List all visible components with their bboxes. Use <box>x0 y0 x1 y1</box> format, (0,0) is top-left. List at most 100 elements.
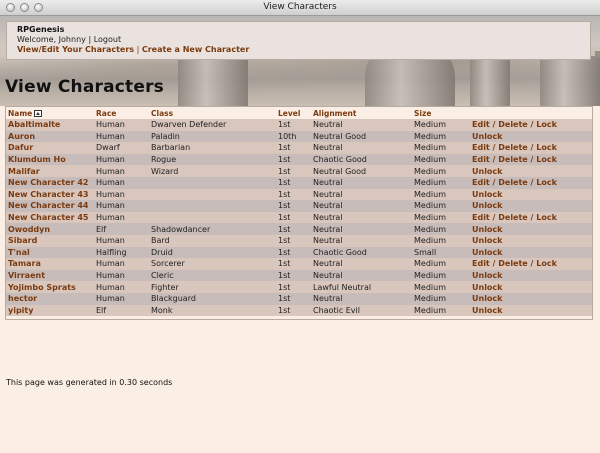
character-name-link[interactable]: Sibard <box>6 234 94 247</box>
size-cell: Medium <box>412 234 470 247</box>
race-cell: Human <box>94 176 149 189</box>
row-actions-links[interactable]: Edit / Delete / Lock <box>470 211 592 224</box>
row-actions-links[interactable]: Unlock <box>470 281 592 293</box>
row-actions-links[interactable]: Edit / Delete / Lock <box>470 258 592 270</box>
class-cell: Bard <box>149 234 276 247</box>
generation-time-text: This page was generated in 0.30 seconds <box>6 378 173 387</box>
level-cell: 1st <box>276 165 311 177</box>
alignment-cell: Neutral Good <box>311 130 412 143</box>
table-row: yipity Elf Monk 1st Chaotic Evil Medium Unlock <box>6 304 592 317</box>
character-name-link[interactable]: Virraent <box>6 269 94 282</box>
alignment-cell: Neutral <box>311 269 412 282</box>
alignment-cell: Chaotic Evil <box>311 304 412 317</box>
logout-link[interactable]: Logout <box>94 35 121 44</box>
level-cell: 1st <box>276 292 311 305</box>
character-name-link[interactable]: yipity <box>6 304 94 317</box>
race-cell: Human <box>94 269 149 282</box>
size-cell: Medium <box>412 176 470 189</box>
level-cell: 1st <box>276 258 311 270</box>
table-row: Malifar Human Wizard 1st Neutral Good Medium U… <box>6 165 592 177</box>
size-cell: Medium <box>412 223 470 235</box>
row-actions-links[interactable]: Unlock <box>470 292 592 305</box>
row-actions-links[interactable]: Unlock <box>470 188 592 201</box>
race-cell: Elf <box>94 223 149 235</box>
level-cell: 1st <box>276 142 311 154</box>
nav-view-edit-characters[interactable]: View/Edit Your Characters <box>17 45 134 54</box>
table-row: hector Human Blackguard 1st Neutral Medium Unl… <box>6 292 592 305</box>
table-row: Yojimbo Sprats Human Fighter 1st Lawful Neut… <box>6 281 592 293</box>
size-cell: Medium <box>412 119 470 131</box>
race-cell: Human <box>94 188 149 201</box>
size-cell: Medium <box>412 281 470 293</box>
nav-create-character[interactable]: Create a New Character <box>142 45 249 54</box>
column-header-name[interactable]: Name <box>6 107 94 119</box>
class-cell <box>149 188 276 201</box>
character-name-link[interactable]: Auron <box>6 130 94 143</box>
row-actions-links[interactable]: Unlock <box>470 165 592 177</box>
character-name-link[interactable]: hector <box>6 292 94 305</box>
character-name-link[interactable]: Malifar <box>6 165 94 177</box>
character-name-link[interactable]: New Character 42 <box>6 176 94 189</box>
character-name-link[interactable]: T'nal <box>6 246 94 259</box>
nav-separator: | <box>136 45 140 54</box>
character-name-link[interactable]: Klumdum Ho <box>6 153 94 166</box>
table-row: New Character 45 Human 1st Neutral Medium Edi… <box>6 211 592 224</box>
race-cell: Human <box>94 258 149 270</box>
level-cell: 1st <box>276 223 311 235</box>
row-actions-links[interactable]: Edit / Delete / Lock <box>470 153 592 166</box>
class-cell: Cleric <box>149 269 276 282</box>
size-cell: Medium <box>412 165 470 177</box>
column-header-actions <box>470 107 592 119</box>
column-header-alignment[interactable]: Alignment <box>311 107 412 119</box>
character-name-link[interactable]: Abaltimalte <box>6 119 94 131</box>
character-name-link[interactable]: Yojimbo Sprats <box>6 281 94 293</box>
race-cell: Human <box>94 130 149 143</box>
class-cell: Monk <box>149 304 276 317</box>
race-cell: Dwarf <box>94 142 149 154</box>
row-actions-links[interactable]: Unlock <box>470 304 592 317</box>
characters-table-container: Name Race Class Level Alignment Size Aba… <box>5 106 593 320</box>
alignment-cell: Neutral Good <box>311 165 412 177</box>
level-cell: 1st <box>276 211 311 224</box>
column-header-class[interactable]: Class <box>149 107 276 119</box>
table-row: Virraent Human Cleric 1st Neutral Medium Unloc… <box>6 269 592 282</box>
column-header-race[interactable]: Race <box>94 107 149 119</box>
row-actions-links[interactable]: Unlock <box>470 234 592 247</box>
character-name-link[interactable]: Owoddyn <box>6 223 94 235</box>
tower-shape <box>470 47 510 106</box>
alignment-cell: Neutral <box>311 234 412 247</box>
column-header-level[interactable]: Level <box>276 107 311 119</box>
level-cell: 1st <box>276 200 311 212</box>
row-actions-links[interactable]: Edit / Delete / Lock <box>470 142 592 154</box>
size-cell: Medium <box>412 153 470 166</box>
row-actions-links[interactable]: Unlock <box>470 200 592 212</box>
row-actions-links[interactable]: Unlock <box>470 246 592 259</box>
class-cell: Paladin <box>149 130 276 143</box>
class-cell: Blackguard <box>149 292 276 305</box>
race-cell: Human <box>94 119 149 131</box>
character-name-link[interactable]: Dafur <box>6 142 94 154</box>
row-actions-links[interactable]: Unlock <box>470 269 592 282</box>
character-name-link[interactable]: Tamara <box>6 258 94 270</box>
character-name-link[interactable]: New Character 45 <box>6 211 94 224</box>
size-cell: Medium <box>412 142 470 154</box>
alignment-cell: Neutral <box>311 258 412 270</box>
character-name-link[interactable]: New Character 43 <box>6 188 94 201</box>
class-cell: Fighter <box>149 281 276 293</box>
row-actions-links[interactable]: Unlock <box>470 130 592 143</box>
user-bar: Welcome, Johnny | Logout <box>17 35 580 45</box>
sort-ascending-icon[interactable] <box>34 110 43 117</box>
page-title: View Characters <box>5 77 164 97</box>
race-cell: Human <box>94 211 149 224</box>
row-actions-links[interactable]: Edit / Delete / Lock <box>470 176 592 189</box>
race-cell: Human <box>94 153 149 166</box>
size-cell: Medium <box>412 258 470 270</box>
window-title: View Characters <box>263 2 337 12</box>
alignment-cell: Neutral <box>311 142 412 154</box>
row-actions-links[interactable]: Edit / Delete / Lock <box>470 119 592 131</box>
level-cell: 1st <box>276 176 311 189</box>
character-name-link[interactable]: New Character 44 <box>6 200 94 212</box>
level-cell: 1st <box>276 234 311 247</box>
row-actions-links[interactable]: Unlock <box>470 223 592 235</box>
column-header-size[interactable]: Size <box>412 107 470 119</box>
